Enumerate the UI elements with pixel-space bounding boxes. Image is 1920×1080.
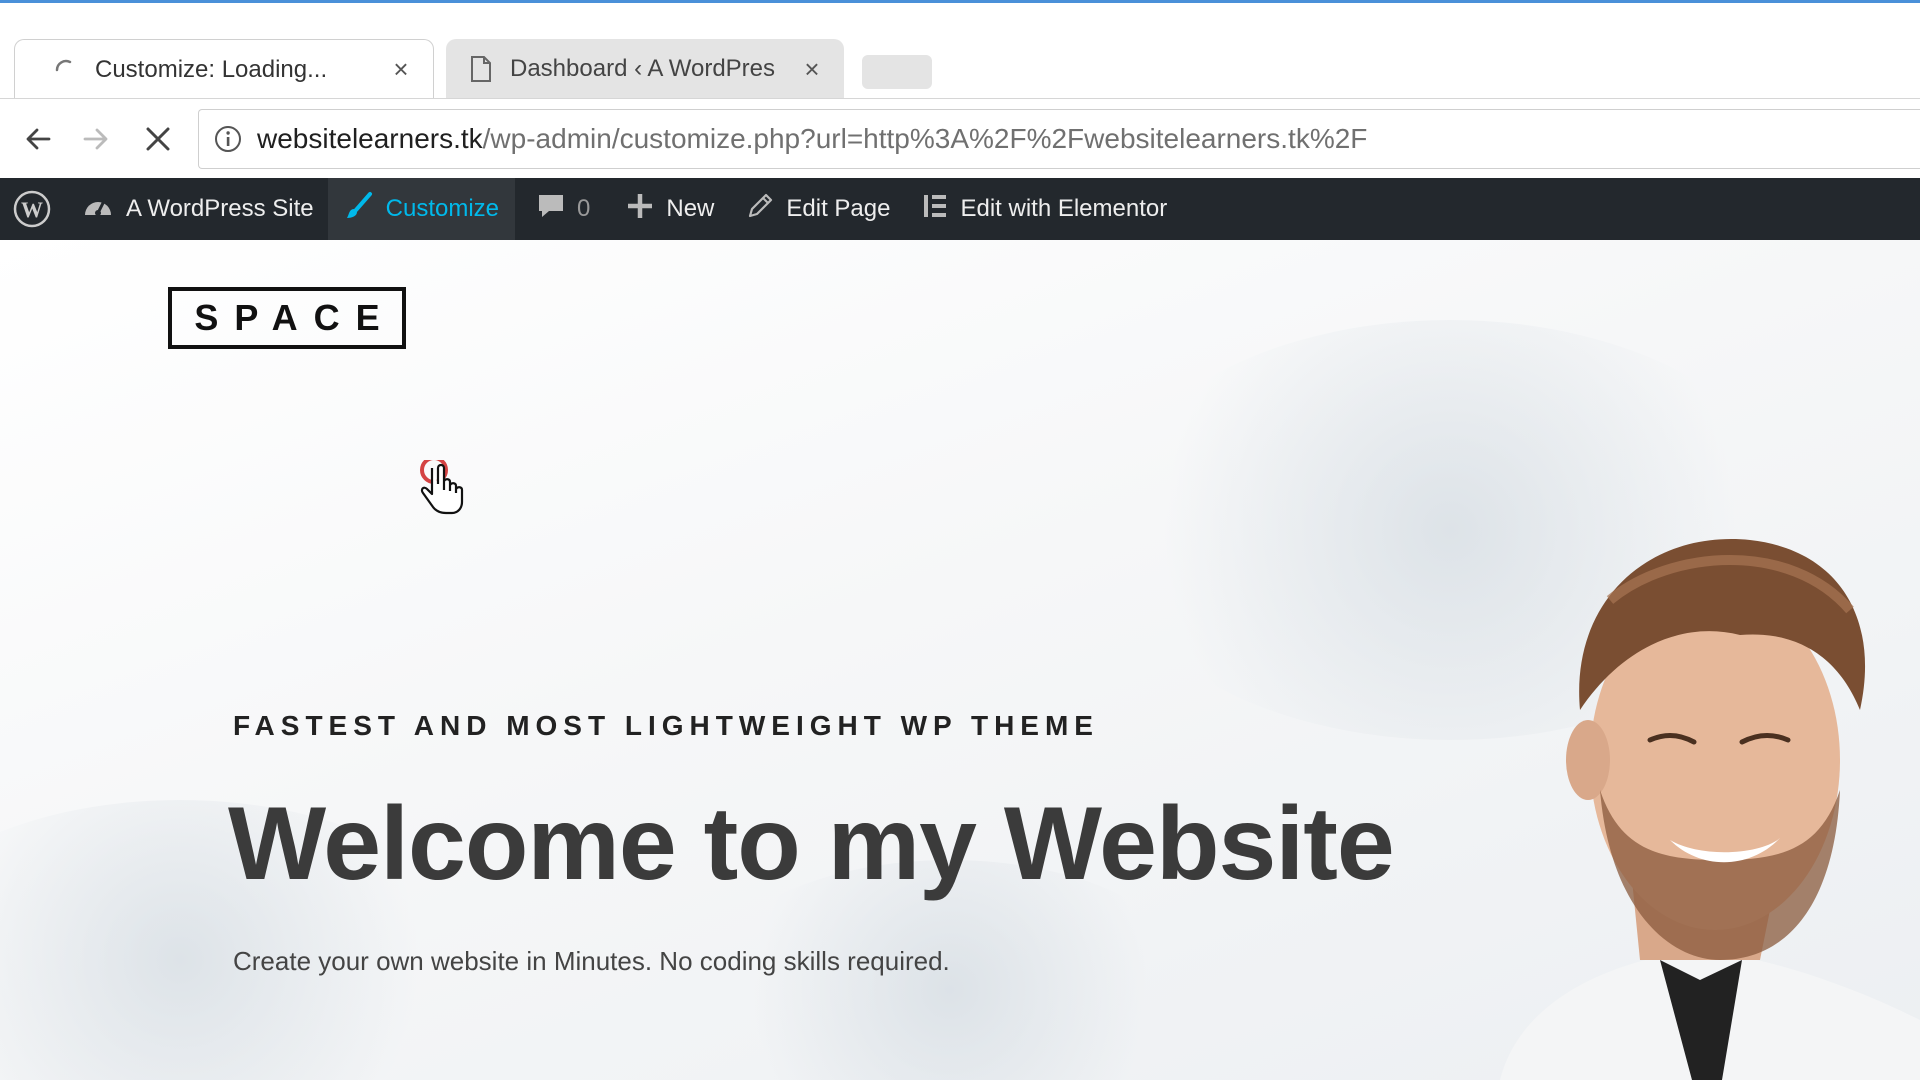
dashboard-gauge-icon xyxy=(82,191,114,228)
tab-title: Customize: Loading... xyxy=(95,55,328,83)
comment-bubble-icon xyxy=(537,192,565,227)
site-name-label: A WordPress Site xyxy=(126,195,314,222)
document-icon xyxy=(466,54,496,84)
new-content-link[interactable]: New xyxy=(612,178,732,240)
customize-label: Customize xyxy=(385,195,500,222)
hero-subline: Create your own website in Minutes. No c… xyxy=(233,946,950,976)
stop-loading-icon[interactable] xyxy=(136,117,180,161)
loading-spinner-icon xyxy=(51,55,81,85)
site-name-link[interactable]: A WordPress Site xyxy=(68,178,328,240)
edit-with-elementor-label: Edit with Elementor xyxy=(960,195,1168,222)
svg-text:W: W xyxy=(21,197,43,222)
edit-page-label: Edit Page xyxy=(786,195,891,222)
paintbrush-icon xyxy=(344,191,374,228)
hero-eyebrow: FASTEST AND MOST LIGHTWEIGHT WP THEME xyxy=(233,710,1099,741)
close-tab-icon[interactable]: × xyxy=(792,54,832,85)
pencil-icon xyxy=(746,192,774,227)
edit-page-link[interactable]: Edit Page xyxy=(732,178,908,240)
tab-strip: Customize: Loading... × Dashboard ‹ A Wo… xyxy=(0,3,1920,99)
edit-with-elementor-link[interactable]: Edit with Elementor xyxy=(908,178,1181,240)
new-tab-button[interactable] xyxy=(862,55,932,89)
browser-toolbar: websitelearners.tk /wp-admin/customize.p… xyxy=(0,98,1920,179)
wordpress-logo-icon[interactable]: W xyxy=(0,178,68,240)
back-arrow-icon[interactable] xyxy=(16,117,60,161)
site-hero: SPACE FASTEST AND MOST LIGHTWEIGHT WP TH… xyxy=(0,240,1920,1080)
comments-count: 0 xyxy=(577,195,591,222)
close-tab-icon[interactable]: × xyxy=(381,54,421,85)
comments-link[interactable]: 0 xyxy=(515,178,612,240)
forward-arrow-icon[interactable] xyxy=(74,117,118,161)
info-icon[interactable] xyxy=(199,124,257,154)
wp-admin-bar: W A WordPress Site Customize 0 New Edit … xyxy=(0,178,1920,240)
url-path: /wp-admin/customize.php?url=http%3A%2F%2… xyxy=(482,123,1368,154)
hand-cursor-icon xyxy=(420,460,464,515)
new-label: New xyxy=(666,195,715,222)
tab-title: Dashboard ‹ A WordPres xyxy=(510,55,776,82)
url-host: websitelearners.tk xyxy=(257,123,483,154)
smiling-man-photo xyxy=(1500,539,1920,1080)
tab-dashboard[interactable]: Dashboard ‹ A WordPres × xyxy=(446,39,844,99)
address-bar[interactable]: websitelearners.tk /wp-admin/customize.p… xyxy=(198,109,1920,169)
plus-icon xyxy=(626,192,654,227)
site-logo[interactable]: SPACE xyxy=(168,287,406,349)
hero-headline: Welcome to my Website xyxy=(228,786,1395,902)
elementor-icon xyxy=(922,192,948,227)
tab-customize[interactable]: Customize: Loading... × xyxy=(14,39,434,99)
browser-window: Customize: Loading... × Dashboard ‹ A Wo… xyxy=(0,0,1920,1080)
customize-link[interactable]: Customize xyxy=(327,178,516,240)
